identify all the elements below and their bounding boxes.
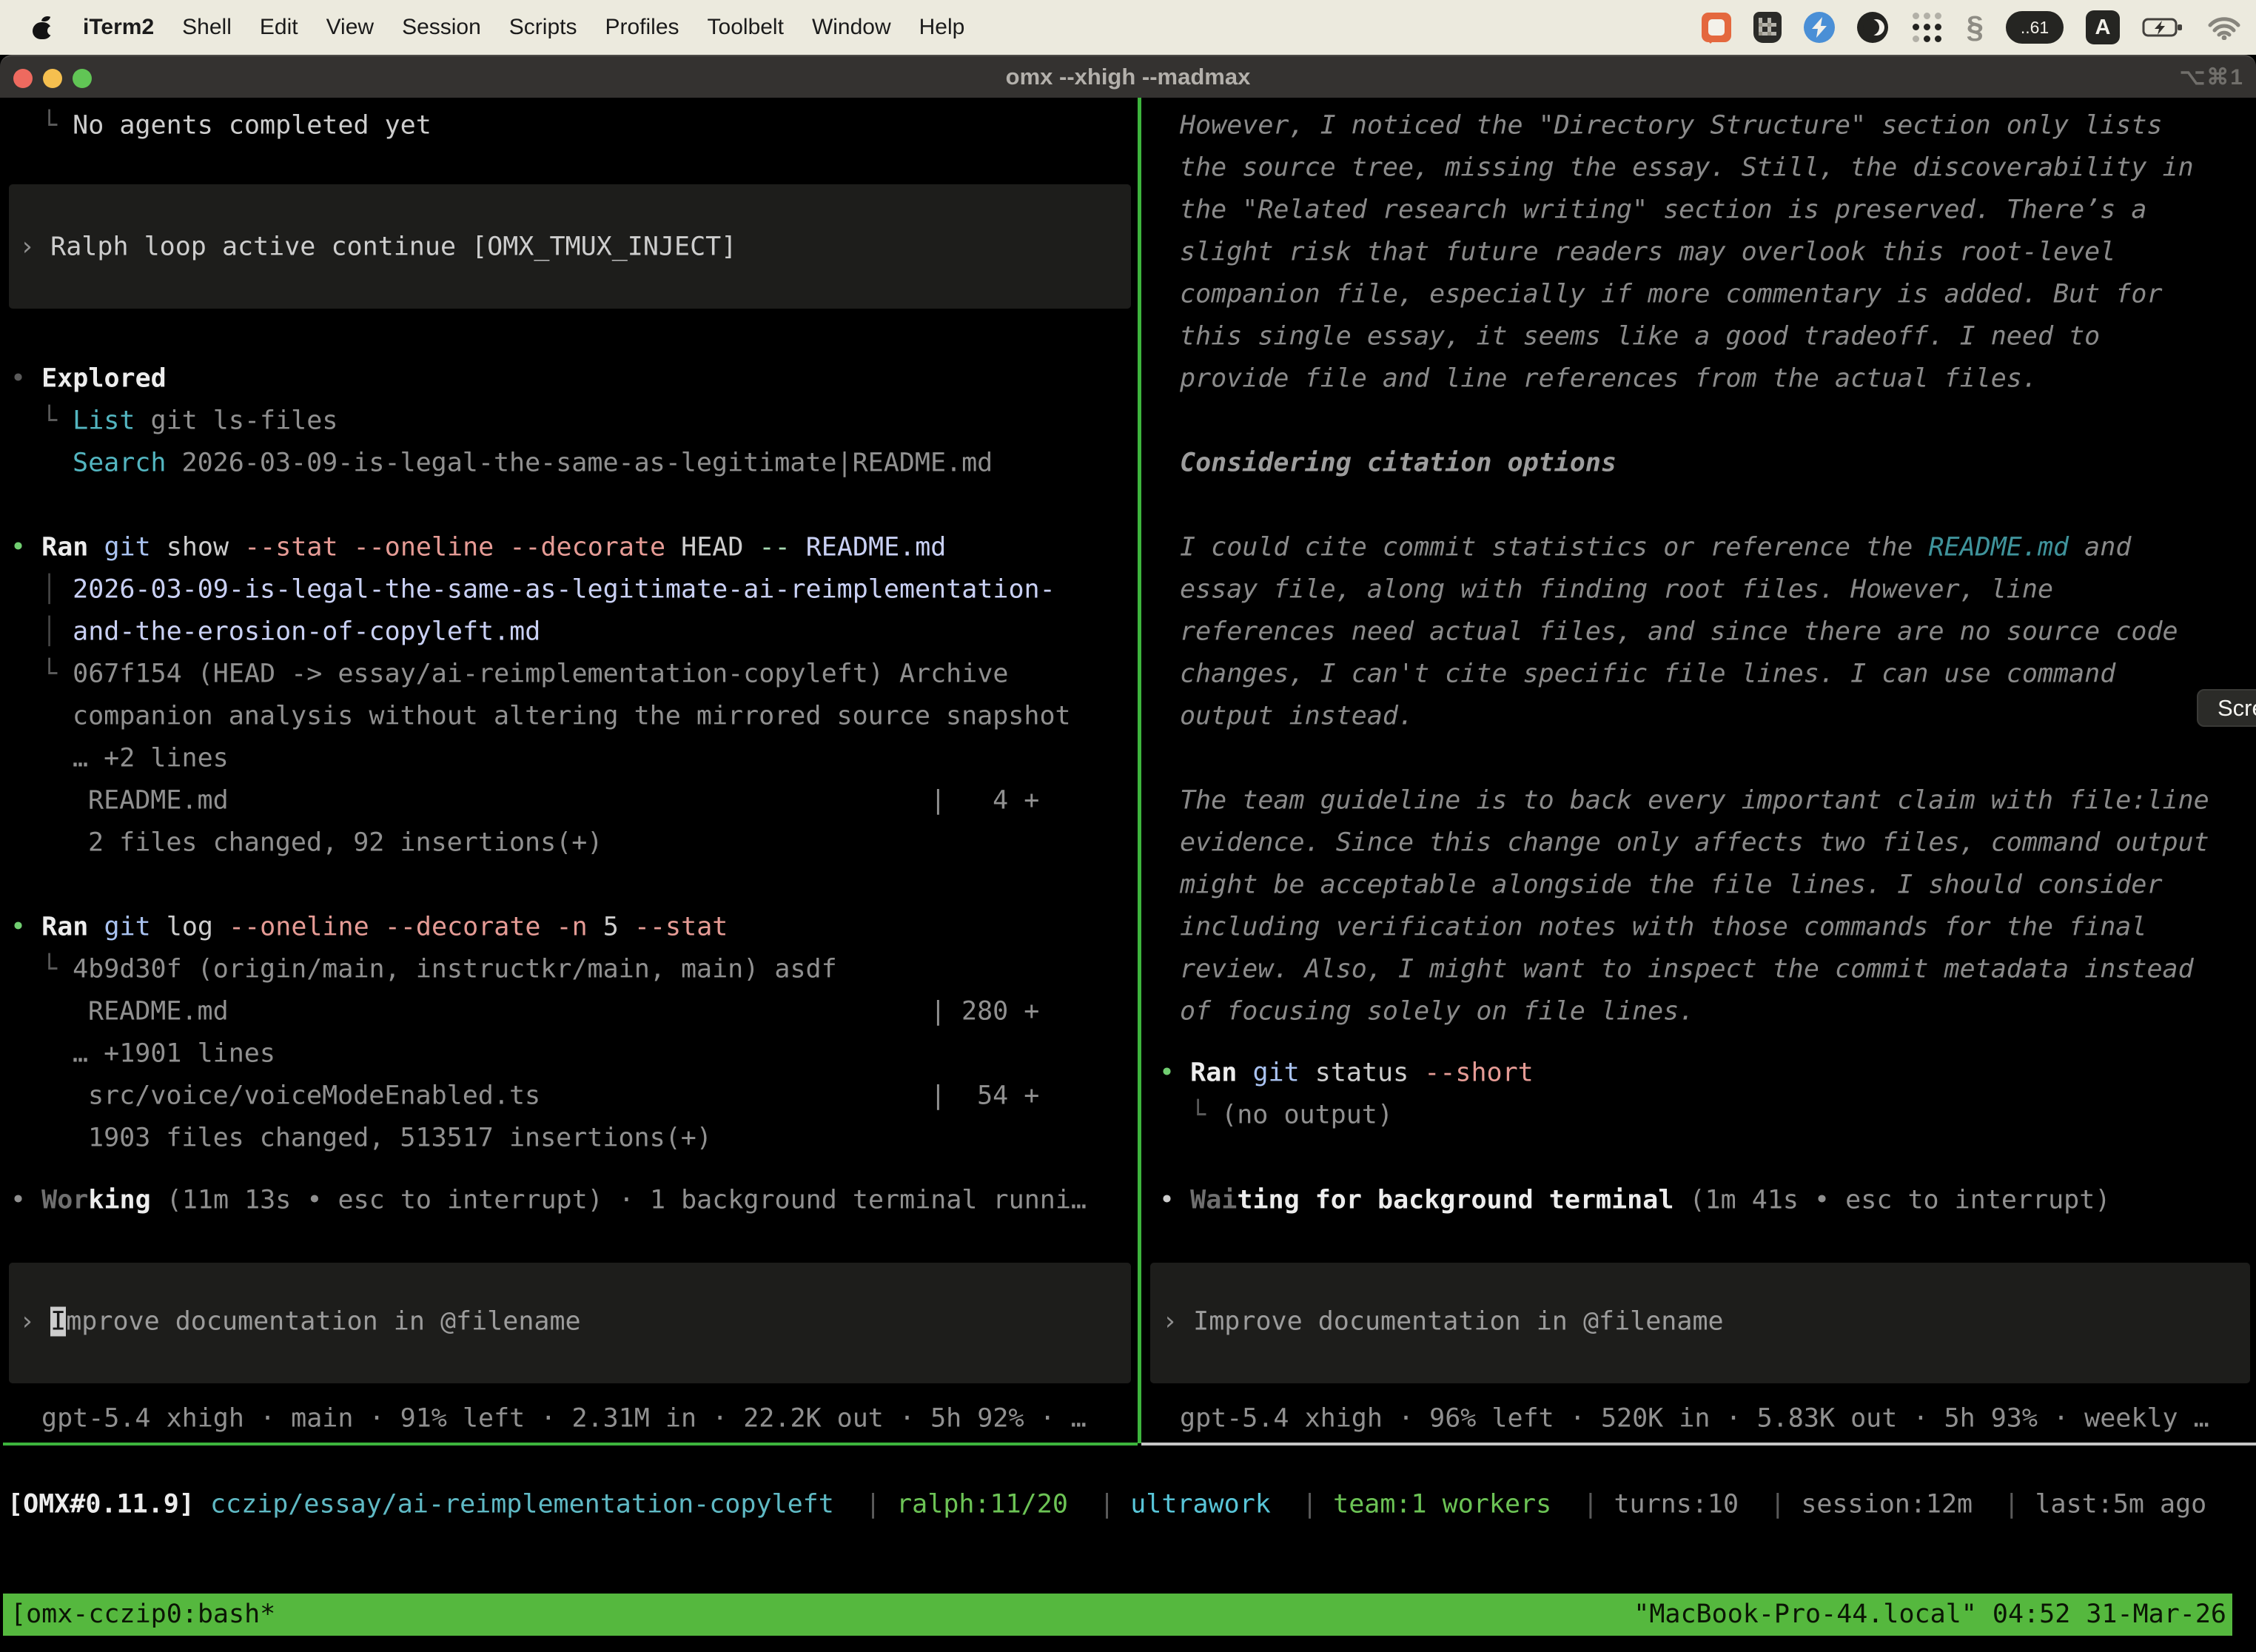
terminal-line: 1903 files changed, 513517 insertions(+) (88, 1118, 712, 1160)
menu-item-scripts[interactable]: Scripts (509, 15, 577, 40)
terminal-line: › Ralph loop active continue [OMX_TMUX_I… (19, 226, 736, 269)
apple-icon[interactable] (33, 16, 52, 39)
terminal-line: README.md | 4 + (88, 780, 1039, 822)
terminal-line: • Explored (10, 358, 167, 400)
tmux-status-bar: [omx-cczip0:bash* "MacBook-Pro-44.local"… (3, 1594, 2232, 1636)
window-shortcut-badge: ⌥⌘1 (2180, 56, 2244, 98)
menu-status-icons: § ..61 A (1702, 10, 2256, 44)
screen-tooltip-label: Scre (2218, 695, 2256, 722)
terminal-line: └ 4b9d30f (origin/main, instructkr/main,… (41, 949, 837, 991)
menu-item-help[interactable]: Help (919, 15, 965, 40)
menu-item-shell[interactable]: Shell (182, 15, 232, 40)
terminal-line: … +2 lines (73, 738, 229, 780)
terminal-line: └ 067f154 (HEAD -> essay/ai-reimplementa… (41, 654, 1008, 696)
terminal-line: src/voice/voiceModeEnabled.ts | 54 + (88, 1075, 1039, 1118)
terminal-line: • Ran git show --stat --oneline --decora… (10, 527, 946, 569)
terminal-line: └ No agents completed yet (41, 105, 432, 147)
count-badge[interactable]: ..61 (2006, 11, 2064, 44)
terminal-line: • Working (11m 13s • esc to interrupt) ·… (10, 1180, 1087, 1222)
dots-grid-icon[interactable] (1910, 10, 1944, 44)
window-title: omx --xhigh --madmax (0, 56, 2256, 98)
terminal-line: provide file and line references from th… (1180, 358, 2038, 400)
menu-item-edit[interactable]: Edit (260, 15, 298, 40)
terminal-line: gpt-5.4 xhigh · 96% left · 520K in · 5.8… (1180, 1398, 2209, 1440)
terminal-line: companion file, especially if more comme… (1180, 274, 2163, 316)
tmux-host-clock-label: "MacBook-Pro-44.local" 04:52 31-Mar-26 (1634, 1594, 2226, 1636)
menu-items: iTerm2 Shell Edit View Session Scripts Profile… (83, 15, 964, 40)
terminal-line: › Improve documentation in @filename (19, 1301, 581, 1343)
terminal-line: essay file, along with finding root file… (1180, 569, 2053, 611)
terminal-line: … +1901 lines (73, 1033, 275, 1075)
terminal-line: The team guideline is to back every impo… (1180, 780, 2209, 822)
wifi-icon[interactable] (2207, 15, 2241, 40)
terminal-line: this single essay, it seems like a good … (1180, 316, 2100, 358)
tmux-pane-divider[interactable] (1138, 98, 1141, 1443)
terminal-line: might be acceptable alongside the file l… (1180, 864, 2163, 907)
terminal-line: • Waiting for background terminal (1m 41… (1159, 1180, 2110, 1222)
terminal-line: │ and-the-erosion-of-copyleft.md (41, 611, 540, 654)
bolt-app-icon[interactable] (1804, 12, 1835, 43)
count-badge-label: ..61 (2021, 18, 2049, 38)
dragon-icon[interactable]: § (1967, 12, 1984, 43)
terminal-line: the "Related research writing" section i… (1180, 189, 2146, 232)
menu-item-toolbelt[interactable]: Toolbelt (708, 15, 784, 40)
grid-shield-icon[interactable] (1753, 12, 1782, 43)
crescent-app-icon[interactable] (1857, 12, 1888, 43)
menu-item-profiles[interactable]: Profiles (605, 15, 679, 40)
tmux-session-label: [omx-cczip0:bash* (10, 1594, 275, 1636)
terminal-line: │ 2026-03-09-is-legal-the-same-as-legiti… (41, 569, 1055, 611)
a-app-label: A (2095, 16, 2111, 40)
terminal-line: including verification notes with those … (1180, 907, 2146, 949)
left-pane-bottom-border (3, 1443, 1138, 1446)
screen: iTerm2 Shell Edit View Session Scripts Profile… (0, 0, 2256, 1652)
menu-item-view[interactable]: View (326, 15, 374, 40)
terminal-line: • Ran git log --oneline --decorate -n 5 … (10, 907, 728, 949)
terminal-line: of focusing solely on file lines. (1180, 991, 1694, 1033)
battery-icon[interactable] (2142, 16, 2185, 38)
omx-status-line: [OMX#0.11.9] cczip/essay/ai-reimplementa… (7, 1484, 2206, 1526)
right-pane-bottom-border (1141, 1443, 2256, 1446)
screen-tooltip-overlay: Scre (2197, 689, 2256, 727)
terminal-line: Search 2026-03-09-is-legal-the-same-as-l… (73, 443, 993, 485)
terminal-line: However, I noticed the "Directory Struct… (1180, 105, 2163, 147)
menu-bar: iTerm2 Shell Edit View Session Scripts Profile… (0, 0, 2256, 55)
menu-item-iterm2[interactable]: iTerm2 (83, 15, 154, 40)
terminal-line: changes, I can't cite specific file line… (1180, 654, 2115, 696)
terminal-line: slight risk that future readers may over… (1180, 232, 2115, 274)
window-title-bar[interactable]: omx --xhigh --madmax ⌥⌘1 (0, 55, 2256, 98)
terminal-line: 2 files changed, 92 insertions(+) (88, 822, 602, 864)
terminal-line: • Ran git status --short (1159, 1052, 1534, 1095)
chat-app-icon[interactable] (1702, 13, 1731, 42)
terminal-line: README.md | 280 + (88, 991, 1039, 1033)
terminal-line: the source tree, missing the essay. Stil… (1180, 147, 2194, 189)
terminal-line: review. Also, I might want to inspect th… (1180, 949, 2194, 991)
terminal-line: references need actual files, and since … (1180, 611, 2178, 654)
a-app-icon[interactable]: A (2086, 10, 2120, 44)
terminal-line: › Improve documentation in @filename (1162, 1301, 1724, 1343)
terminal-line: evidence. Since this change only affects… (1180, 822, 2209, 864)
terminal-line: gpt-5.4 xhigh · main · 91% left · 2.31M … (41, 1398, 1087, 1440)
terminal-line: └ List git ls-files (41, 400, 338, 443)
menu-item-window[interactable]: Window (812, 15, 891, 40)
terminal-line: output instead. (1180, 696, 1414, 738)
menu-left: iTerm2 Shell Edit View Session Scripts Profile… (0, 15, 964, 40)
terminal-line: companion analysis without altering the … (73, 696, 1071, 738)
terminal-line: Considering citation options (1180, 443, 1617, 485)
terminal-line: I could cite commit statistics or refere… (1180, 527, 2131, 569)
terminal-line: └ (no output) (1190, 1095, 1393, 1137)
menu-item-session[interactable]: Session (402, 15, 481, 40)
